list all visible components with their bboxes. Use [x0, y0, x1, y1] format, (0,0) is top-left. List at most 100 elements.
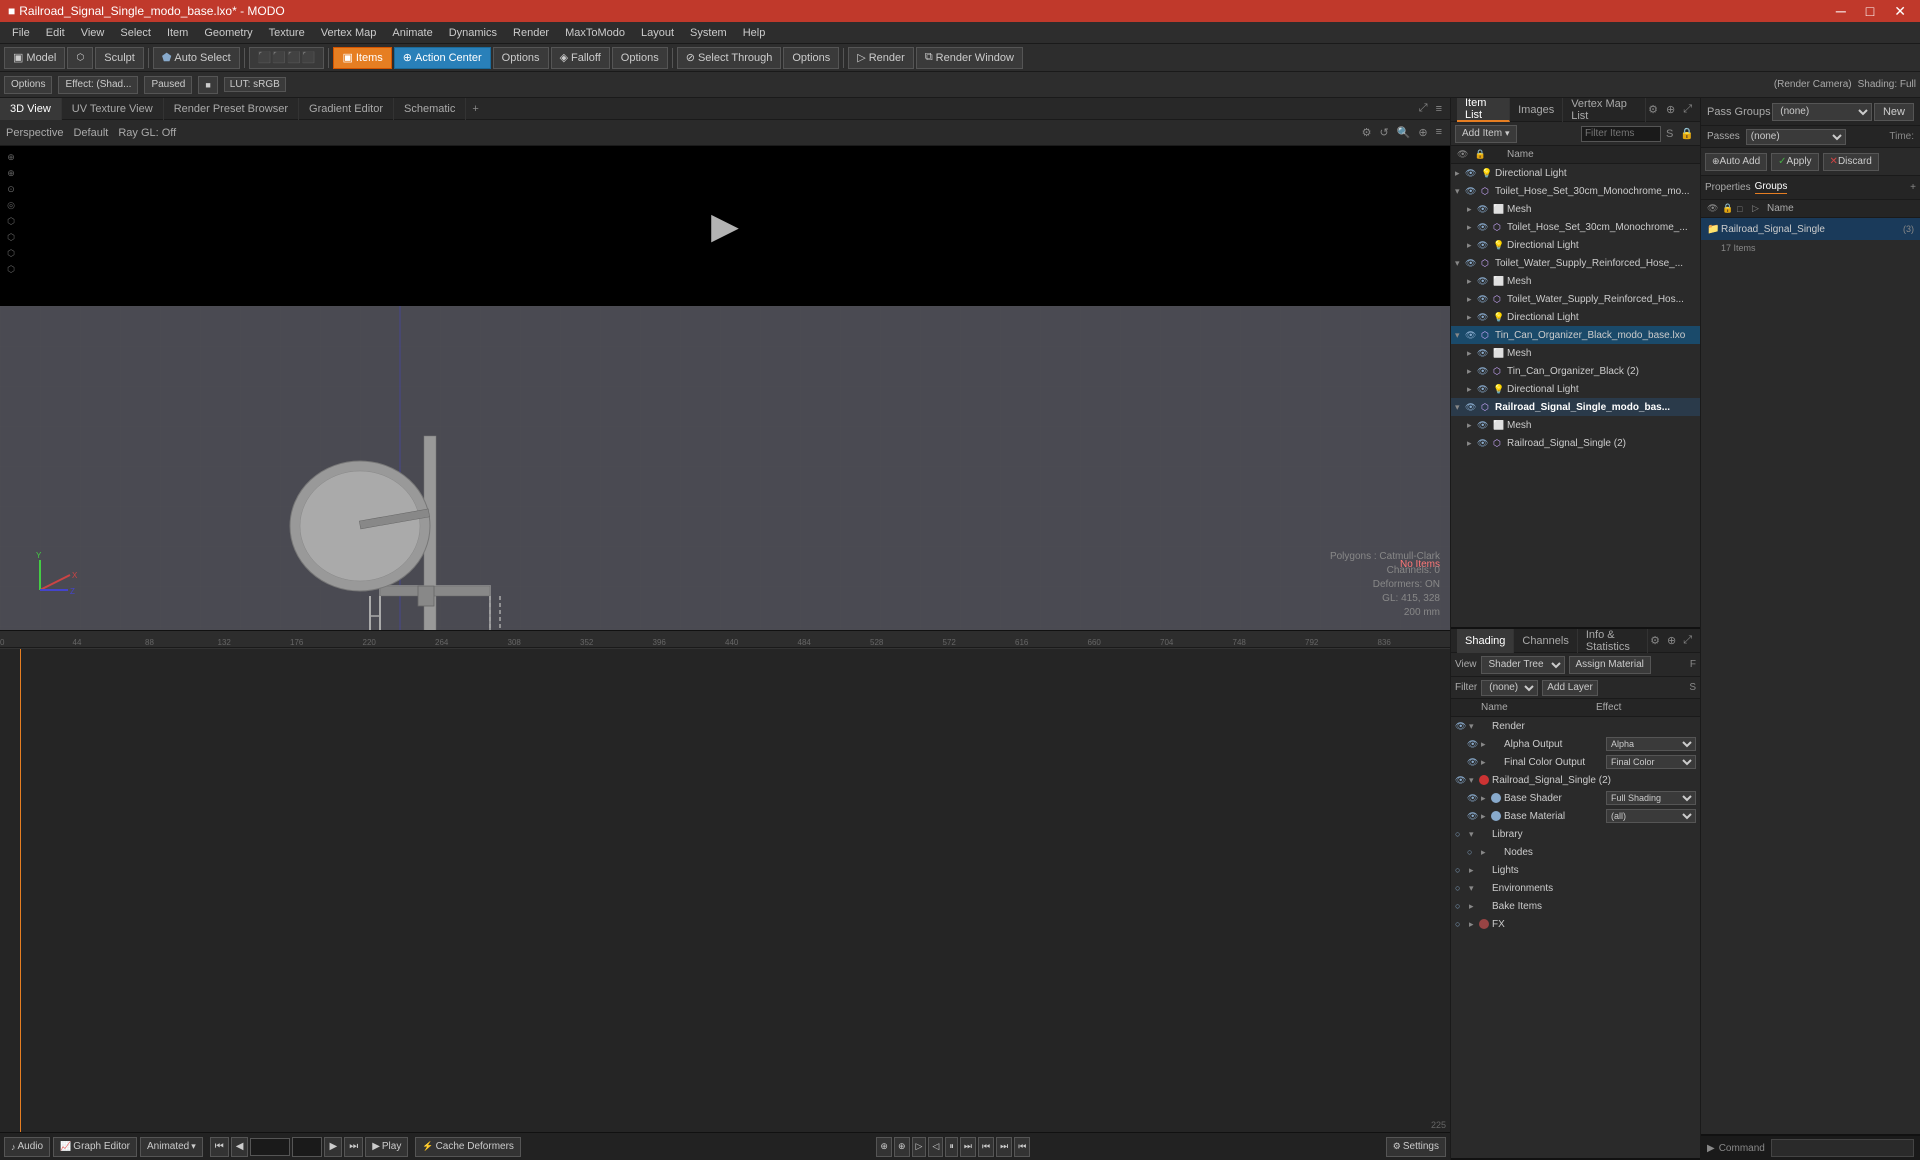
vp-raygl[interactable]: Ray GL: Off	[118, 127, 176, 139]
menu-animate[interactable]: Animate	[384, 25, 440, 41]
sh-expand-8[interactable]: ▸	[1469, 865, 1479, 876]
sculpt-btn[interactable]: ⬡	[67, 47, 93, 69]
tab-add[interactable]: +	[466, 101, 484, 117]
filter-lock-icon[interactable]: 🔒	[1678, 127, 1696, 140]
vp-header-settings1[interactable]: ⚙	[1360, 126, 1374, 139]
item-expand-12[interactable]: ▸	[1467, 384, 1477, 395]
transport-icon8[interactable]: ⏭	[996, 1137, 1012, 1157]
tab-channels[interactable]: Channels	[1514, 629, 1577, 653]
tab-uvtexture[interactable]: UV Texture View	[62, 98, 164, 120]
close-button[interactable]: ✕	[1888, 3, 1912, 20]
item-expand-2[interactable]: ▸	[1467, 204, 1477, 215]
toolbar-icons[interactable]: ⬛⬛⬛⬛	[249, 47, 325, 69]
transport-icon4[interactable]: ◁	[928, 1137, 943, 1157]
cache-deformers-btn[interactable]: ⚡ Cache Deformers	[415, 1137, 521, 1157]
sh-vis-2[interactable]: 👁	[1467, 757, 1481, 768]
paused-btn[interactable]: Paused	[144, 76, 192, 94]
item-expand-0[interactable]: ▸	[1455, 168, 1465, 179]
options3-btn[interactable]: Options	[783, 47, 839, 69]
tab-itemlist[interactable]: Item List	[1457, 98, 1510, 122]
vp-icon-5[interactable]: ⬡	[4, 214, 18, 228]
item-list-expand[interactable]: ⤢	[1681, 103, 1694, 116]
shading-expand[interactable]: ⤢	[1681, 634, 1694, 647]
item-vis-14[interactable]: 👁	[1477, 420, 1491, 431]
item-expand-15[interactable]: ▸	[1467, 438, 1477, 449]
sh-expand-4[interactable]: ▸	[1481, 793, 1491, 804]
item-vis-8[interactable]: 👁	[1477, 312, 1491, 323]
item-row-3[interactable]: ▸👁⬡Toilet_Hose_Set_30cm_Monochrome_...	[1451, 218, 1700, 236]
vp-maximize[interactable]: ⤢	[1417, 102, 1430, 115]
item-row-14[interactable]: ▸👁⬜Mesh	[1451, 416, 1700, 434]
vp-icon-2[interactable]: ⊕	[4, 166, 18, 180]
falloff-btn[interactable]: ◈ Falloff	[551, 47, 610, 69]
menu-dynamics[interactable]: Dynamics	[441, 25, 505, 41]
gc-eye-icon[interactable]: 👁	[1707, 203, 1719, 214]
sh-vis-5[interactable]: 👁	[1467, 811, 1481, 822]
frame-input[interactable]: 0	[250, 1138, 290, 1156]
sh-vis-0[interactable]: 👁	[1455, 721, 1469, 732]
timeline-playhead[interactable]	[20, 649, 21, 1133]
sh-expand-2[interactable]: ▸	[1481, 757, 1491, 768]
item-list-icon2[interactable]: ⊕	[1664, 103, 1677, 116]
menu-file[interactable]: File	[4, 25, 38, 41]
timeline-ruler[interactable]: 0448813217622026430835239644048452857261…	[0, 630, 1450, 648]
sh-expand-1[interactable]: ▸	[1481, 739, 1491, 750]
graph-editor-btn[interactable]: 📈 Graph Editor	[53, 1137, 137, 1157]
item-row-6[interactable]: ▸👁⬜Mesh	[1451, 272, 1700, 290]
action-center-btn[interactable]: ⊕ Action Center	[394, 47, 491, 69]
shading-icon2[interactable]: ⊕	[1665, 634, 1678, 647]
item-expand-10[interactable]: ▸	[1467, 348, 1477, 359]
item-row-8[interactable]: ▸👁💡Directional Light	[1451, 308, 1700, 326]
filter-items-input[interactable]	[1581, 126, 1661, 142]
shading-icon1[interactable]: ⚙	[1648, 634, 1662, 647]
item-row-0[interactable]: ▸👁💡Directional Light	[1451, 164, 1700, 182]
sh-expand-10[interactable]: ▸	[1469, 901, 1479, 912]
item-row-1[interactable]: ▾👁⬡Toilet_Hose_Set_30cm_Monochrome_mo...	[1451, 182, 1700, 200]
transport-icon5[interactable]: ⏸	[945, 1137, 958, 1157]
item-expand-4[interactable]: ▸	[1467, 240, 1477, 251]
vp-icon-7[interactable]: ⬡	[4, 246, 18, 260]
sh-vis-4[interactable]: 👁	[1467, 793, 1481, 804]
menu-view[interactable]: View	[73, 25, 113, 41]
gc-lock-icon[interactable]: 🔒	[1722, 203, 1734, 214]
item-vis-10[interactable]: 👁	[1477, 348, 1491, 359]
item-row-15[interactable]: ▸👁⬡Railroad_Signal_Single (2)	[1451, 434, 1700, 452]
item-expand-5[interactable]: ▾	[1455, 258, 1465, 269]
new-btn[interactable]: New	[1874, 103, 1914, 121]
tab-3dview[interactable]: 3D View	[0, 98, 62, 120]
item-row-13[interactable]: ▾👁⬡Railroad_Signal_Single_modo_bas...	[1451, 398, 1700, 416]
options-btn[interactable]: Options	[4, 76, 52, 94]
item-expand-11[interactable]: ▸	[1467, 366, 1477, 377]
vp-header-lock[interactable]: ⊕	[1416, 126, 1429, 139]
menu-texture[interactable]: Texture	[261, 25, 313, 41]
sh-row-3[interactable]: 👁▾Railroad_Signal_Single (2)	[1451, 771, 1700, 789]
animated-btn[interactable]: Animated ▾	[140, 1137, 203, 1157]
sh-row-7[interactable]: ○▸Nodes	[1451, 843, 1700, 861]
vp-icon-3[interactable]: ⊙	[4, 182, 18, 196]
item-expand-8[interactable]: ▸	[1467, 312, 1477, 323]
play-btn[interactable]: ▶ Play	[365, 1137, 408, 1157]
model-btn[interactable]: ▣ Model	[4, 47, 65, 69]
item-vis-2[interactable]: 👁	[1477, 204, 1491, 215]
menu-render[interactable]: Render	[505, 25, 557, 41]
maximize-button[interactable]: □	[1860, 3, 1880, 20]
select-through-btn[interactable]: ⊘ Select Through	[677, 47, 782, 69]
sh-row-9[interactable]: ○▾Environments	[1451, 879, 1700, 897]
render-window-btn[interactable]: ⧉ Render Window	[916, 47, 1023, 69]
tab-vertexmaplist[interactable]: Vertex Map List	[1563, 98, 1646, 122]
group-list[interactable]: 📁 Railroad_Signal_Single (3) 17 Items	[1701, 218, 1920, 1134]
sh-row-1[interactable]: 👁▸Alpha OutputAlpha	[1451, 735, 1700, 753]
sh-effect-select-4[interactable]: Full Shading	[1606, 791, 1696, 805]
gc-check-icon[interactable]: □	[1737, 204, 1749, 214]
vp-perspective[interactable]: Perspective	[6, 127, 63, 139]
sh-effect-select-2[interactable]: Final Color	[1606, 755, 1696, 769]
sh-row-5[interactable]: 👁▸Base Material(all)	[1451, 807, 1700, 825]
item-row-7[interactable]: ▸👁⬡Toilet_Water_Supply_Reinforced_Hos...	[1451, 290, 1700, 308]
transport-icon2[interactable]: ⊕	[894, 1137, 910, 1157]
gc-render-icon[interactable]: ▷	[1752, 203, 1764, 214]
sh-effect-select-5[interactable]: (all)	[1606, 809, 1696, 823]
go-end-btn[interactable]: ⏭	[344, 1137, 363, 1157]
item-expand-6[interactable]: ▸	[1467, 276, 1477, 287]
items-btn[interactable]: ▣ Items	[333, 47, 391, 69]
item-row-2[interactable]: ▸👁⬜Mesh	[1451, 200, 1700, 218]
